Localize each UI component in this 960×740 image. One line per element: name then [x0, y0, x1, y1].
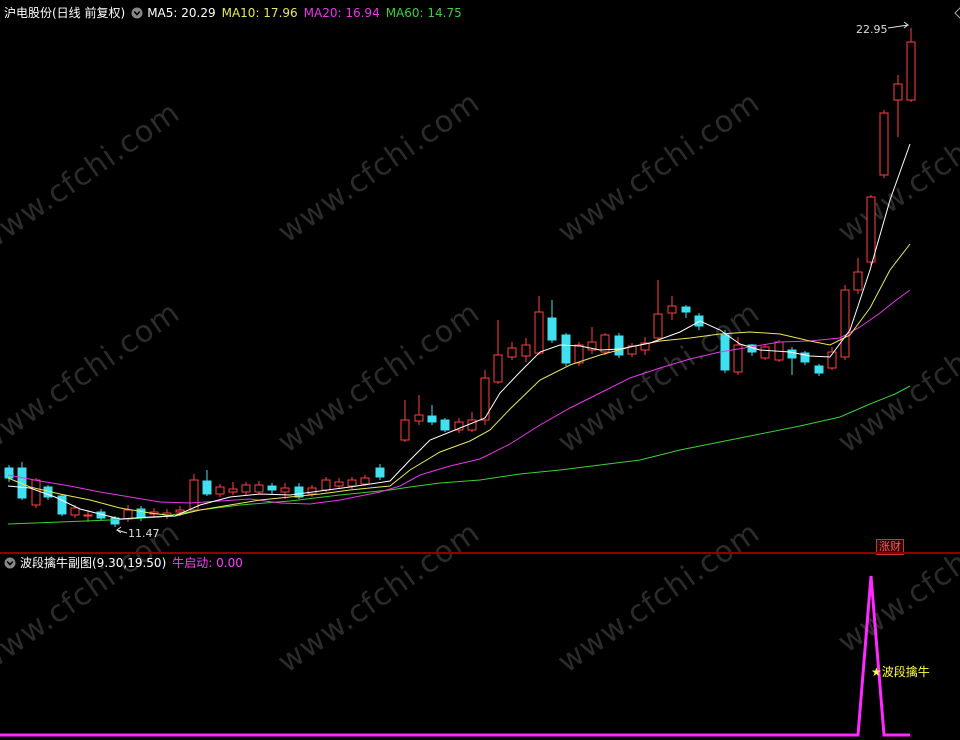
- candle-body[interactable]: [202, 480, 212, 495]
- candle-body[interactable]: [667, 305, 677, 314]
- candle-body[interactable]: [787, 349, 797, 359]
- bull-start-value: 牛启动: 0.00: [172, 556, 243, 570]
- main-chart-header: 沪电股份(日线 前复权) MA5: 20.29 MA10: 17.96 MA20: 1…: [4, 6, 468, 20]
- candle-body[interactable]: [521, 344, 531, 357]
- signal-series: [0, 575, 910, 737]
- signal-text: 波段擒牛: [881, 665, 930, 679]
- candle-body[interactable]: [334, 481, 344, 487]
- candle-body[interactable]: [653, 313, 663, 339]
- ma20-value: MA20: 16.94: [303, 6, 380, 20]
- diamond-icon[interactable]: [954, 7, 960, 19]
- candle-body[interactable]: [307, 487, 317, 495]
- candle-body[interactable]: [375, 467, 385, 478]
- candle-body[interactable]: [681, 306, 691, 313]
- ma5-line: [7, 143, 911, 520]
- signal-label: ★波段擒牛: [871, 663, 930, 680]
- chevron-down-icon[interactable]: [4, 557, 16, 569]
- candle-body[interactable]: [254, 484, 264, 493]
- candle-body[interactable]: [215, 486, 225, 495]
- candle-body[interactable]: [4, 467, 14, 479]
- candle-body[interactable]: [70, 507, 80, 516]
- candle-body[interactable]: [493, 354, 503, 383]
- candle-body[interactable]: [241, 484, 251, 493]
- candle-body[interactable]: [547, 317, 557, 341]
- candle-body[interactable]: [906, 41, 916, 101]
- candle-body[interactable]: [760, 346, 770, 359]
- candlestick-series: [4, 21, 916, 534]
- candle-body[interactable]: [614, 335, 624, 356]
- candle-body[interactable]: [347, 479, 357, 487]
- candle-body[interactable]: [280, 487, 290, 493]
- ma60-line: [7, 385, 911, 525]
- candle-body[interactable]: [866, 196, 876, 263]
- pane-divider[interactable]: [0, 552, 960, 554]
- price-arrow: [115, 526, 128, 534]
- bull-start-line: [0, 575, 910, 737]
- star-icon: ★: [871, 665, 882, 679]
- candle-body[interactable]: [840, 289, 850, 358]
- candle-body[interactable]: [467, 419, 477, 431]
- candle-body[interactable]: [414, 414, 424, 422]
- sub-chart-header: 波段擒牛副图(9.30,19.50) 牛启动: 0.00: [4, 556, 249, 570]
- candle-body[interactable]: [175, 509, 185, 513]
- candle-body[interactable]: [893, 83, 903, 101]
- price-arrow: [887, 21, 910, 29]
- candle-body[interactable]: [83, 514, 93, 517]
- candle-body[interactable]: [136, 508, 146, 518]
- candle-body[interactable]: [561, 334, 571, 364]
- candle-body[interactable]: [427, 415, 437, 423]
- ma10-line: [7, 243, 911, 517]
- ma5-value: MA5: 20.29: [147, 6, 216, 20]
- candle-body[interactable]: [720, 334, 730, 371]
- kline-chart[interactable]: [0, 0, 960, 740]
- candle-body[interactable]: [574, 344, 584, 364]
- sub-title: 波段擒牛副图(9.30,19.50): [20, 556, 167, 570]
- candle-body[interactable]: [321, 479, 331, 491]
- candle-body[interactable]: [267, 485, 277, 491]
- ma10-value: MA10: 17.96: [221, 6, 298, 20]
- candle-body[interactable]: [31, 479, 41, 506]
- candle-body[interactable]: [814, 365, 824, 374]
- chart-title: 沪电股份(日线 前复权): [4, 6, 126, 20]
- candle-body[interactable]: [123, 509, 133, 520]
- high-price-label: 22.95: [856, 23, 888, 36]
- candle-body[interactable]: [228, 488, 238, 493]
- candle-body[interactable]: [440, 419, 450, 431]
- candle-body[interactable]: [400, 419, 410, 441]
- candle-body[interactable]: [360, 477, 370, 485]
- low-price-label: 11.47: [128, 527, 160, 540]
- candle-body[interactable]: [534, 311, 544, 354]
- ma20-line: [7, 289, 911, 505]
- candle-body[interactable]: [853, 271, 863, 291]
- ma60-value: MA60: 14.75: [385, 6, 462, 20]
- candle-body[interactable]: [507, 347, 517, 358]
- chevron-down-icon[interactable]: [131, 7, 143, 19]
- stock-chart-app: www.cfchi.com www.cfchi.com www.cfchi.co…: [0, 0, 960, 740]
- candle-body[interactable]: [189, 479, 199, 511]
- candle-body[interactable]: [879, 112, 889, 176]
